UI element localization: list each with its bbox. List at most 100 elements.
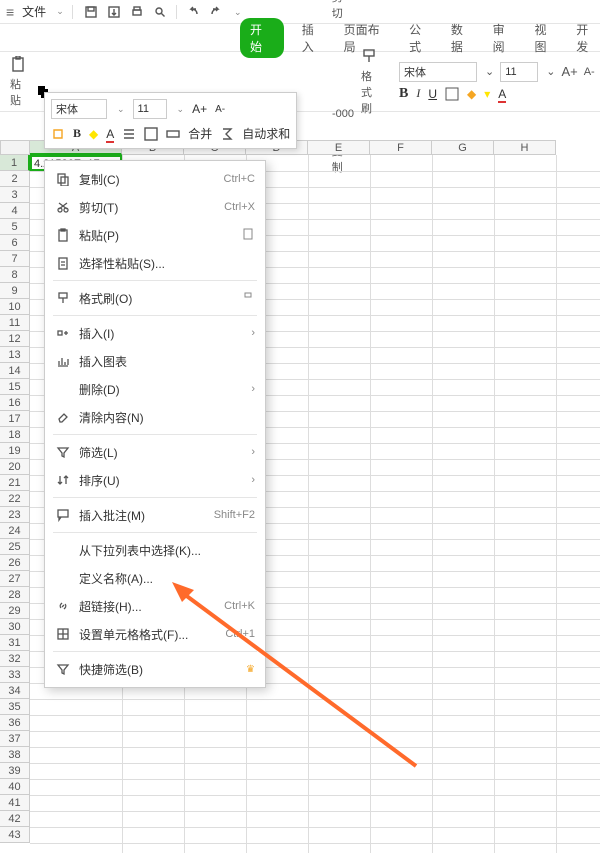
mini-border-icon[interactable] — [144, 127, 158, 141]
row-header-9[interactable]: 9 — [0, 283, 30, 299]
row-header-30[interactable]: 30 — [0, 619, 30, 635]
save-icon[interactable] — [84, 5, 98, 19]
ctx-comment[interactable]: 插入批注(M)Shift+F2 — [45, 501, 265, 529]
row-header-42[interactable]: 42 — [0, 811, 30, 827]
row-header-25[interactable]: 25 — [0, 539, 30, 555]
row-header-2[interactable]: 2 — [0, 171, 30, 187]
ctx-insert[interactable]: 插入(I)› — [45, 319, 265, 347]
ctx-clear[interactable]: 清除内容(N) — [45, 403, 265, 431]
row-header-18[interactable]: 18 — [0, 427, 30, 443]
row-header-17[interactable]: 17 — [0, 411, 30, 427]
paste-group[interactable]: 粘贴 — [6, 56, 32, 108]
mini-font[interactable]: 宋体 — [51, 99, 107, 119]
row-header-1[interactable]: 1 — [0, 155, 30, 171]
increase-font-icon[interactable]: A+ — [561, 64, 577, 79]
print-icon[interactable] — [130, 5, 144, 19]
mini-dec-font-icon[interactable]: A- — [215, 104, 225, 115]
ctx-paste-special[interactable]: 选择性粘贴(S)... — [45, 249, 265, 277]
row-header-40[interactable]: 40 — [0, 779, 30, 795]
font-select[interactable]: 宋体 — [399, 62, 477, 82]
print-preview-icon[interactable] — [153, 5, 167, 19]
row-header-15[interactable]: 15 — [0, 379, 30, 395]
hamburger-icon[interactable]: ≡ — [6, 4, 14, 20]
ctx-dropdown-pick[interactable]: 从下拉列表中选择(K)... — [45, 536, 265, 564]
ctx-paste[interactable]: 粘贴(P) — [45, 221, 265, 249]
row-header-11[interactable]: 11 — [0, 315, 30, 331]
row-header-24[interactable]: 24 — [0, 523, 30, 539]
row-header-3[interactable]: 3 — [0, 187, 30, 203]
row-header-20[interactable]: 20 — [0, 459, 30, 475]
col-header-H[interactable]: H — [494, 140, 556, 155]
row-header-13[interactable]: 13 — [0, 347, 30, 363]
mini-sum-icon[interactable] — [220, 127, 234, 141]
redo-icon[interactable] — [209, 5, 223, 19]
highlight-icon[interactable]: ▾ — [484, 87, 490, 101]
row-header-28[interactable]: 28 — [0, 587, 30, 603]
row-header-7[interactable]: 7 — [0, 251, 30, 267]
row-header-34[interactable]: 34 — [0, 683, 30, 699]
mini-fontcolor-icon[interactable]: A — [106, 127, 114, 141]
format-painter[interactable]: 格式刷 — [357, 48, 383, 116]
mini-autosum-label[interactable]: 自动求和 — [242, 125, 290, 142]
tab-data[interactable]: 数据 — [451, 21, 475, 55]
border-icon[interactable] — [445, 87, 459, 101]
row-header-8[interactable]: 8 — [0, 267, 30, 283]
mini-size[interactable]: 11 — [133, 99, 167, 119]
row-header-38[interactable]: 38 — [0, 747, 30, 763]
row-header-37[interactable]: 37 — [0, 731, 30, 747]
mini-merge-label[interactable]: 合并 — [188, 125, 212, 142]
col-header-F[interactable]: F — [370, 140, 432, 155]
ctx-format-painter[interactable]: 格式刷(O) — [45, 284, 265, 312]
col-header-G[interactable]: G — [432, 140, 494, 155]
row-header-21[interactable]: 21 — [0, 475, 30, 491]
row-header-32[interactable]: 32 — [0, 651, 30, 667]
row-header-5[interactable]: 5 — [0, 219, 30, 235]
row-header-43[interactable]: 43 — [0, 827, 30, 843]
row-header-41[interactable]: 41 — [0, 795, 30, 811]
italic-button[interactable]: I — [416, 86, 420, 101]
row-header-23[interactable]: 23 — [0, 507, 30, 523]
font-color-icon[interactable]: A — [498, 87, 506, 101]
ctx-copy[interactable]: 复制(C)Ctrl+C — [45, 165, 265, 193]
row-header-27[interactable]: 27 — [0, 571, 30, 587]
tab-dev[interactable]: 开发 — [576, 21, 600, 55]
underline-button[interactable]: U — [428, 87, 437, 101]
row-header-16[interactable]: 16 — [0, 395, 30, 411]
row-header-19[interactable]: 19 — [0, 443, 30, 459]
col-header-E[interactable]: E — [308, 140, 370, 155]
fill-color-icon[interactable]: ◆ — [467, 87, 476, 101]
ctx-sort[interactable]: 排序(U)› — [45, 466, 265, 494]
tab-view[interactable]: 视图 — [534, 21, 558, 55]
row-header-10[interactable]: 10 — [0, 299, 30, 315]
row-header-39[interactable]: 39 — [0, 763, 30, 779]
row-header-22[interactable]: 22 — [0, 491, 30, 507]
select-all-corner[interactable] — [0, 140, 30, 155]
row-header-14[interactable]: 14 — [0, 363, 30, 379]
decrease-font-icon[interactable]: A- — [584, 66, 595, 78]
export-icon[interactable] — [107, 5, 121, 19]
mini-merge-icon[interactable] — [166, 127, 180, 141]
row-header-4[interactable]: 4 — [0, 203, 30, 219]
mini-inc-font-icon[interactable]: A+ — [192, 102, 207, 116]
row-header-31[interactable]: 31 — [0, 635, 30, 651]
ctx-delete[interactable]: 删除(D)› — [45, 375, 265, 403]
font-size[interactable]: 11 — [500, 62, 538, 82]
mini-fill-icon[interactable] — [51, 127, 65, 141]
tab-review[interactable]: 审阅 — [493, 21, 517, 55]
tab-formula[interactable]: 公式 — [409, 21, 433, 55]
row-header-36[interactable]: 36 — [0, 715, 30, 731]
ctx-cut[interactable]: 剪切(T)Ctrl+X — [45, 193, 265, 221]
mini-align-icon[interactable] — [122, 127, 136, 141]
row-header-29[interactable]: 29 — [0, 603, 30, 619]
chevron-down-icon[interactable]: ⌄ — [234, 7, 242, 18]
mini-highlight-icon[interactable]: ◆ — [89, 127, 98, 141]
row-header-6[interactable]: 6 — [0, 235, 30, 251]
row-header-33[interactable]: 33 — [0, 667, 30, 683]
row-header-35[interactable]: 35 — [0, 699, 30, 715]
undo-icon[interactable] — [186, 5, 200, 19]
row-header-26[interactable]: 26 — [0, 555, 30, 571]
mini-bold[interactable]: B — [73, 126, 81, 141]
bold-button[interactable]: B — [399, 86, 408, 102]
row-header-12[interactable]: 12 — [0, 331, 30, 347]
ctx-filter[interactable]: 筛选(L)› — [45, 438, 265, 466]
